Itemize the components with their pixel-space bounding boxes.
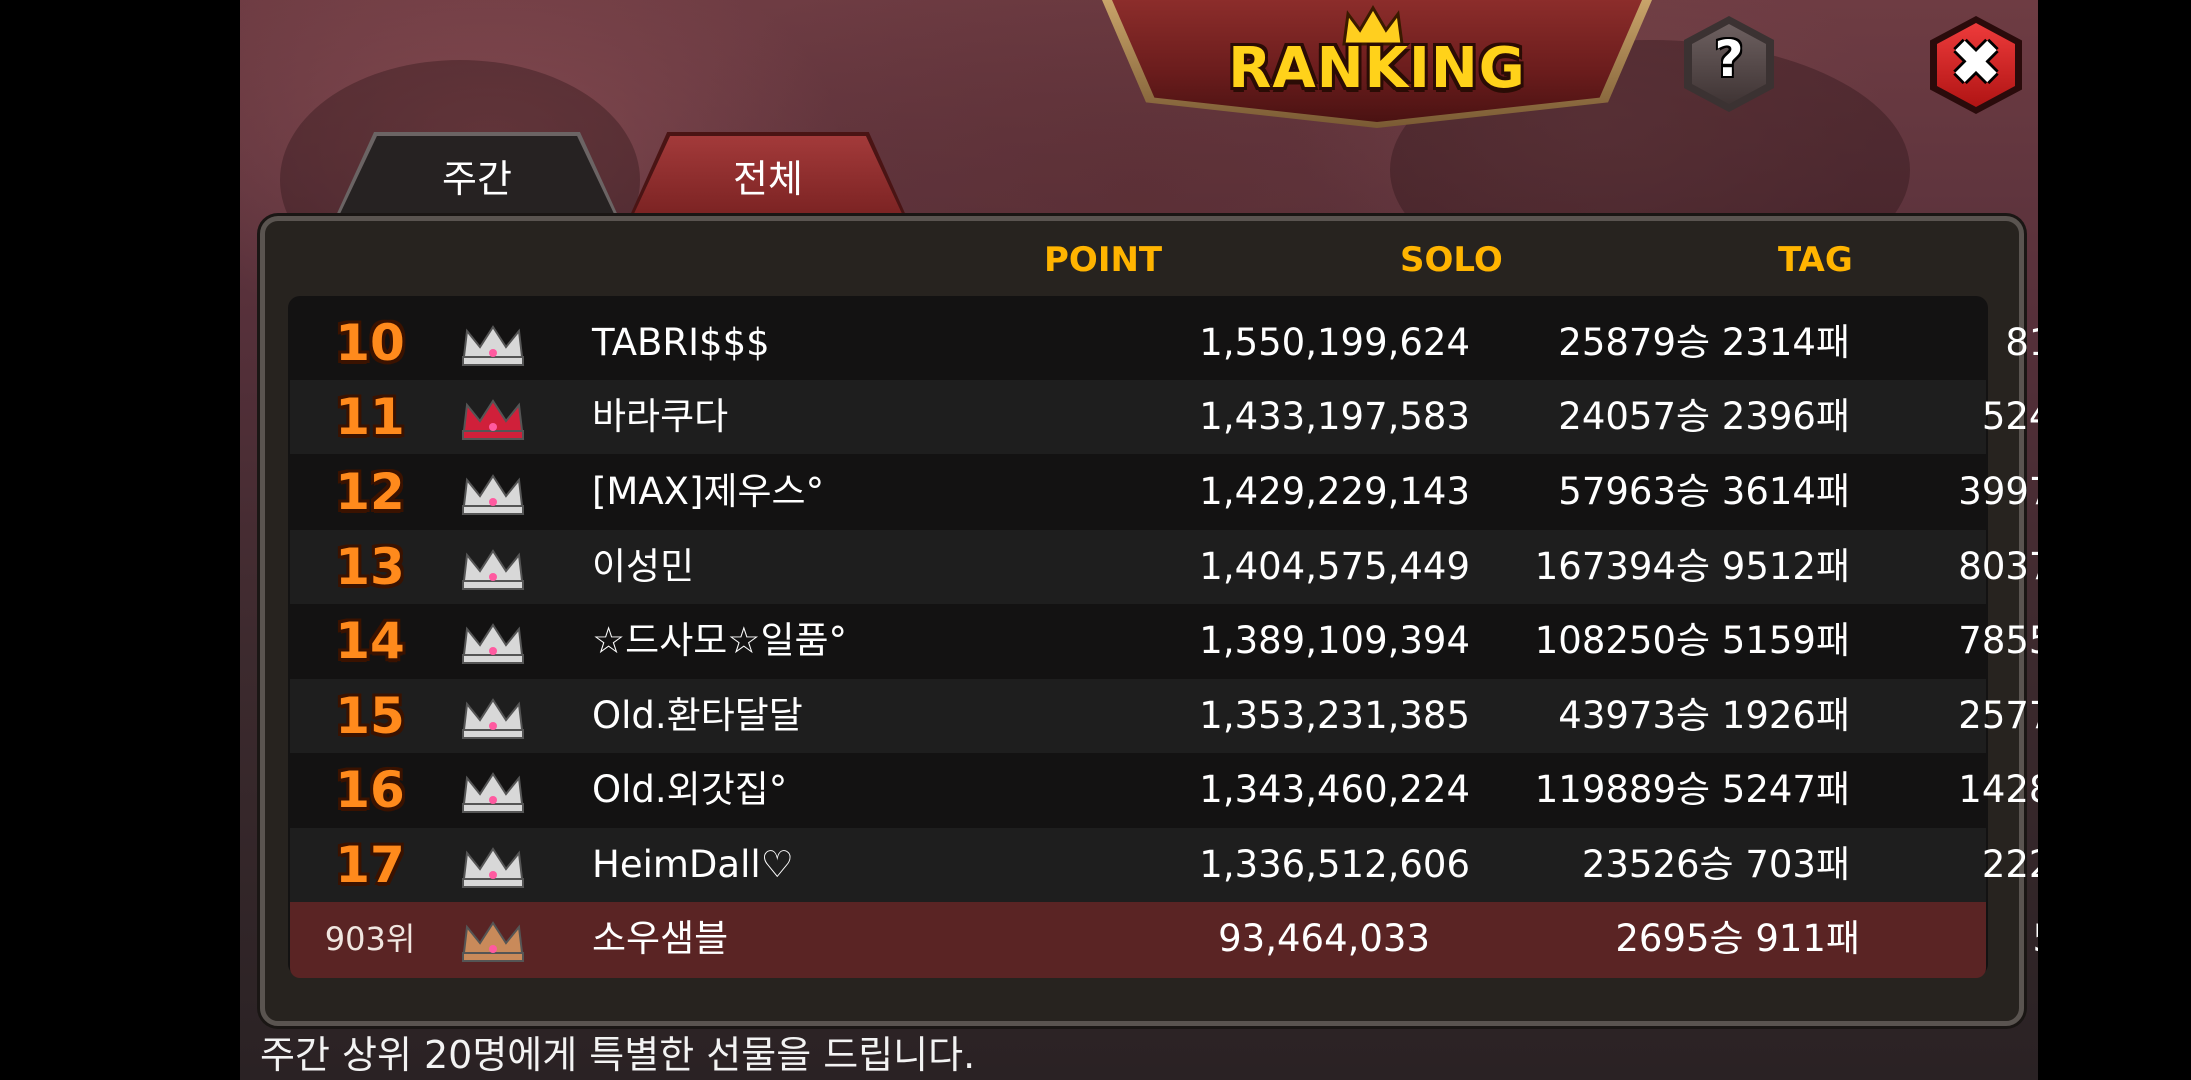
close-button[interactable]: ✖ bbox=[1930, 16, 2022, 114]
tag-record: 526승 94패 bbox=[1430, 902, 2038, 976]
page-title: RANKING bbox=[1228, 36, 1526, 101]
question-icon: ? bbox=[1714, 30, 1744, 88]
crown-icon bbox=[458, 693, 528, 739]
crown-icon bbox=[458, 842, 528, 888]
table-row[interactable]: 12[MAX]제우스°1,429,229,14357963승 3614패3997… bbox=[290, 455, 2038, 529]
tag-record: 80378승 3300패 bbox=[1958, 545, 2038, 588]
close-icon: ✖ bbox=[1950, 26, 2002, 99]
tag-record: 78552승 2302패 bbox=[1958, 619, 2038, 662]
crown-icon bbox=[458, 469, 528, 515]
footer-notice: 주간 상위 20명에게 특별한 선물을 드립니다. bbox=[260, 1033, 976, 1077]
table-row[interactable]: 13이성민1,404,575,449167394승 9512패80378승 33… bbox=[290, 530, 2038, 604]
crown-icon bbox=[458, 320, 528, 366]
tab-weekly[interactable]: 주간 bbox=[338, 136, 616, 218]
table-row[interactable]: 16Old.외갓집°1,343,460,224119889승 5247패1428… bbox=[290, 753, 2038, 827]
crown-icon bbox=[458, 767, 528, 813]
my-rank-row[interactable]: 903위소우샘블93,464,0332695승 911패526승 94패 bbox=[290, 902, 2038, 978]
tag-record: 39976승 1860패 bbox=[1958, 470, 2038, 513]
rank-number: 15 bbox=[335, 687, 405, 745]
rank-number: 12 bbox=[335, 463, 405, 521]
table-row[interactable]: 15Old.환타달달1,353,231,38543973승 1926패25772… bbox=[290, 679, 2038, 753]
column-header-point: POINT bbox=[1044, 240, 1163, 280]
crown-icon bbox=[458, 394, 528, 440]
column-header-solo: SOLO bbox=[1400, 240, 1503, 280]
rank-number: 14 bbox=[335, 612, 405, 670]
tag-record: 5246승 1723패 bbox=[1981, 395, 2038, 438]
rank-number: 903위 bbox=[324, 920, 416, 958]
rank-number: 16 bbox=[335, 761, 405, 819]
crown-icon bbox=[458, 916, 528, 962]
ranking-screen: RANKING ? ✖ 주간 전체 POINT SOLO TAG 10 TABRI… bbox=[240, 0, 2038, 1080]
table-row[interactable]: 10TABRI$$$1,550,199,62425879승 2314패8143승… bbox=[290, 306, 2038, 380]
tab-all[interactable]: 전체 bbox=[632, 136, 904, 218]
rank-number: 17 bbox=[335, 836, 405, 894]
tag-record: 25772승 1053패 bbox=[1958, 694, 2038, 737]
rank-number: 11 bbox=[335, 388, 405, 446]
table-row[interactable]: 11바라쿠다1,433,197,58324057승 2396패5246승 172… bbox=[290, 380, 2038, 454]
tag-record: 14287승 1045패 bbox=[1958, 768, 2038, 811]
tag-record: 22222승 613패 bbox=[1981, 843, 2038, 886]
table-row[interactable]: 17HeimDall♡1,336,512,60623526승 703패22222… bbox=[290, 828, 2038, 902]
crown-icon bbox=[458, 618, 528, 664]
tag-record: 8143승 475패 bbox=[2005, 321, 2038, 364]
rank-number: 10 bbox=[335, 314, 405, 372]
table-row[interactable]: 14☆드사모☆일품°1,389,109,394108250승 5159패7855… bbox=[290, 604, 2038, 678]
rank-number: 13 bbox=[335, 538, 405, 596]
column-header-tag: TAG bbox=[1778, 240, 1853, 280]
crown-icon bbox=[458, 544, 528, 590]
